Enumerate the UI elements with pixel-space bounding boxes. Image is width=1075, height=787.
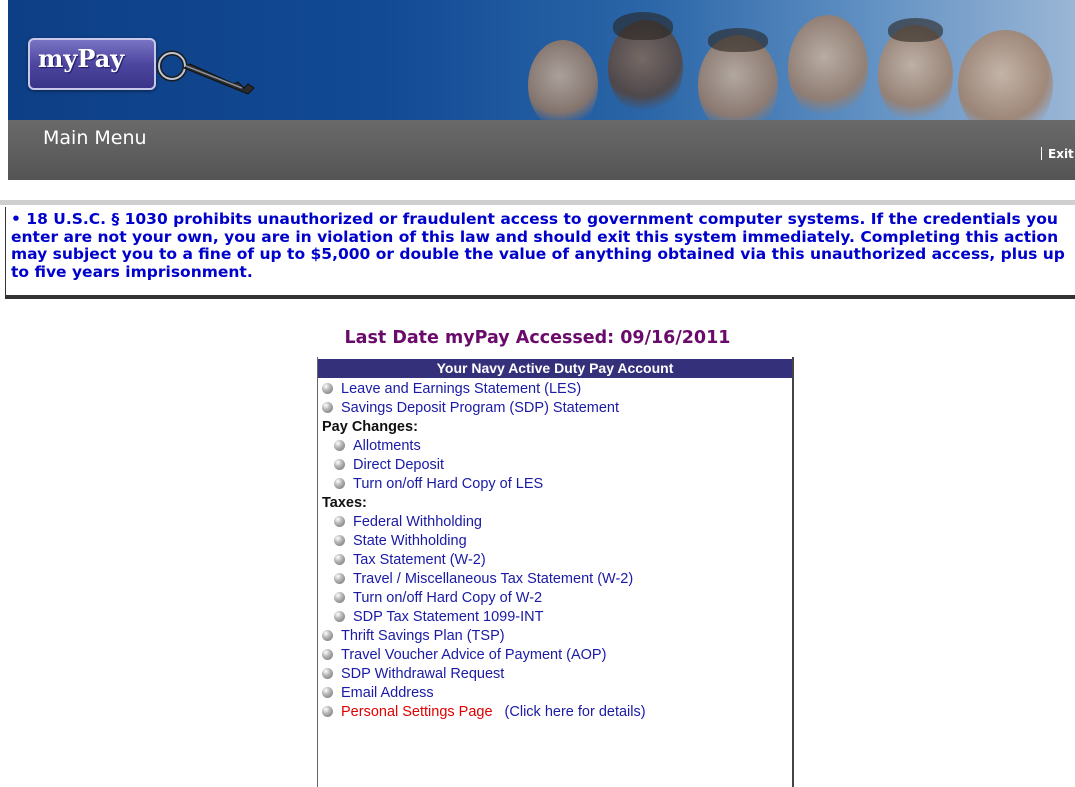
sdp-withdrawal-link[interactable]: SDP Withdrawal Request — [341, 666, 504, 682]
bullet-icon — [322, 649, 333, 660]
bullet-icon — [334, 592, 345, 603]
tax-statement-link[interactable]: Tax Statement (W-2) — [353, 552, 486, 568]
menu-item-sdp-1099: SDP Tax Statement 1099-INT — [334, 608, 543, 627]
bullet-icon — [322, 687, 333, 698]
bullet-icon — [334, 516, 345, 527]
menu-item-direct-deposit: Direct Deposit — [334, 456, 444, 475]
bullet-icon — [334, 459, 345, 470]
account-panel-header: Your Navy Active Duty Pay Account — [318, 359, 792, 378]
exit-link[interactable]: Exit — [1048, 147, 1074, 161]
page-title: Main Menu — [43, 127, 147, 149]
bullet-icon — [334, 535, 345, 546]
section-taxes: Taxes: — [322, 495, 367, 511]
direct-deposit-link[interactable]: Direct Deposit — [353, 457, 444, 473]
hard-copy-w2-link[interactable]: Turn on/off Hard Copy of W-2 — [353, 590, 542, 606]
banner-photo-hair — [708, 28, 768, 52]
bullet-icon — [322, 383, 333, 394]
notice-top-border — [0, 200, 1075, 205]
bullet-icon — [334, 478, 345, 489]
bullet-icon — [322, 706, 333, 717]
last-accessed: Last Date myPay Accessed: 09/16/2011 — [0, 328, 1075, 348]
allotments-link[interactable]: Allotments — [353, 438, 421, 454]
bullet-icon — [322, 630, 333, 641]
logo-text: myPay — [38, 44, 125, 73]
federal-withholding-link[interactable]: Federal Withholding — [353, 514, 482, 530]
banner-photo-hair — [613, 12, 673, 40]
travel-tax-statement-link[interactable]: Travel / Miscellaneous Tax Statement (W-… — [353, 571, 633, 587]
menu-item-sdp-withdrawal: SDP Withdrawal Request — [322, 665, 504, 684]
bullet-icon — [334, 573, 345, 584]
bullet-icon — [334, 611, 345, 622]
bullet-icon — [322, 402, 333, 413]
menu-item-email: Email Address — [322, 684, 434, 703]
menu-item-travel-tax-statement: Travel / Miscellaneous Tax Statement (W-… — [334, 570, 633, 589]
bullet-icon — [322, 668, 333, 679]
sdp-statement-link[interactable]: Savings Deposit Program (SDP) Statement — [341, 400, 619, 416]
tsp-link[interactable]: Thrift Savings Plan (TSP) — [341, 628, 505, 644]
bullet-icon — [334, 554, 345, 565]
menu-item-hard-copy-w2: Turn on/off Hard Copy of W-2 — [334, 589, 542, 608]
menu-item-sdp-statement: Savings Deposit Program (SDP) Statement — [322, 399, 619, 418]
legal-notice: • 18 U.S.C. § 1030 prohibits unauthorize… — [5, 207, 1075, 299]
menu-item-hard-copy-les: Turn on/off Hard Copy of LES — [334, 475, 543, 494]
travel-voucher-link[interactable]: Travel Voucher Advice of Payment (AOP) — [341, 647, 606, 663]
menu-item-tax-statement: Tax Statement (W-2) — [334, 551, 486, 570]
les-link[interactable]: Leave and Earnings Statement (LES) — [341, 381, 581, 397]
state-withholding-link[interactable]: State Withholding — [353, 533, 467, 549]
personal-settings-details-link[interactable]: (Click here for details) — [505, 704, 646, 720]
menu-item-tsp: Thrift Savings Plan (TSP) — [322, 627, 505, 646]
sdp-1099-link[interactable]: SDP Tax Statement 1099-INT — [353, 609, 543, 625]
personal-settings-link[interactable]: Personal Settings Page — [341, 704, 493, 720]
section-pay-changes: Pay Changes: — [322, 419, 418, 435]
banner-photo-hair — [888, 18, 943, 42]
hard-copy-les-link[interactable]: Turn on/off Hard Copy of LES — [353, 476, 543, 492]
menu-item-travel-voucher: Travel Voucher Advice of Payment (AOP) — [322, 646, 606, 665]
bullet-icon — [334, 440, 345, 451]
banner-photo-face — [958, 30, 1053, 120]
menu-bar: Main Menu Exit — [8, 120, 1075, 180]
menu-item-allotments: Allotments — [334, 437, 421, 456]
legal-notice-text: • 18 U.S.C. § 1030 prohibits unauthorize… — [11, 210, 1065, 281]
menu-item-federal-withholding: Federal Withholding — [334, 513, 482, 532]
banner-photo-face — [788, 15, 868, 120]
key-icon — [156, 50, 255, 95]
email-address-link[interactable]: Email Address — [341, 685, 434, 701]
menu-item-les: Leave and Earnings Statement (LES) — [322, 380, 581, 399]
banner-photo-face — [528, 40, 598, 120]
menu-item-personal-settings: Personal Settings Page (Click here for de… — [322, 703, 646, 722]
last-accessed-text: Last Date myPay Accessed: 09/16/2011 — [344, 328, 731, 348]
exit-separator — [1041, 147, 1042, 160]
account-panel: Your Navy Active Duty Pay Account Leave … — [317, 357, 794, 787]
menu-item-state-withholding: State Withholding — [334, 532, 467, 551]
